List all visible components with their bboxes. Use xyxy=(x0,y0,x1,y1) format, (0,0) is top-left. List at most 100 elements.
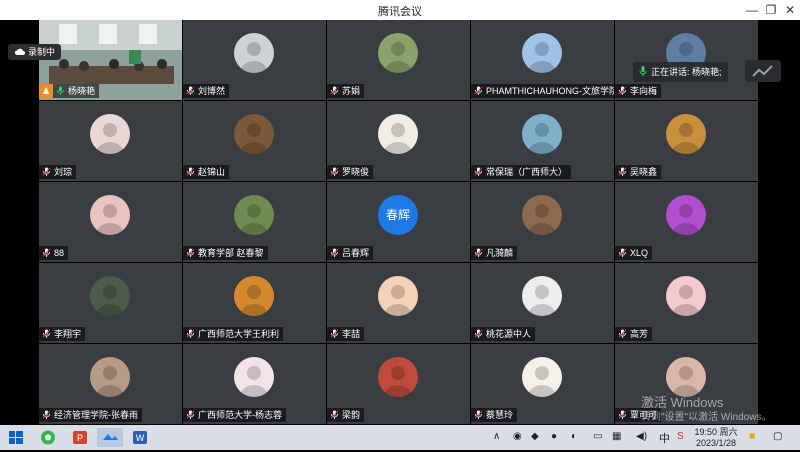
taskbar: P W ∧ ◉ ◆ ● ◐ ▭ ▦ ◀) 中 S 19:50 周六 2023/1… xyxy=(0,425,800,450)
participant-tile[interactable]: 梁韵 xyxy=(327,344,470,424)
participant-avatar xyxy=(234,276,274,316)
participant-name-text: 高芳 xyxy=(630,329,649,339)
sogou-icon[interactable]: S xyxy=(677,431,684,442)
participant-name-text: 88 xyxy=(54,248,65,258)
participant-tile[interactable]: 桃花源中人 xyxy=(471,263,614,343)
participant-avatar xyxy=(522,33,562,73)
mic-muted-icon xyxy=(618,167,627,176)
mic-muted-icon xyxy=(474,410,483,419)
clock-time: 19:50 周六 xyxy=(694,427,738,437)
participant-tile[interactable]: 刘博然 xyxy=(183,20,326,100)
participant-name-text: XLQ xyxy=(630,248,649,258)
participant-tile[interactable]: 经济管理学院-张春雨 xyxy=(39,344,182,424)
watermark-title: 激活 Windows xyxy=(641,395,724,410)
participant-name: 经济管理学院-张春雨 xyxy=(39,408,142,422)
network-tray-icon[interactable]: ▭ xyxy=(593,431,602,442)
participant-tile[interactable]: 苏娟 xyxy=(327,20,470,100)
participant-avatar xyxy=(666,276,706,316)
participant-name: 高芳 xyxy=(615,327,653,341)
participant-avatar xyxy=(378,33,418,73)
speaking-label: 正在讲话: 杨晓艳; xyxy=(651,67,722,77)
participant-tile[interactable]: 凡漪麟 xyxy=(471,182,614,262)
window-titlebar: 腾讯会议 — ❐ ✕ xyxy=(0,0,800,21)
mic-muted-icon xyxy=(42,410,51,419)
participant-name: 吕春辉 xyxy=(327,246,374,260)
tencent-meeting-icon[interactable] xyxy=(97,428,123,447)
participant-name: 刘琮 xyxy=(39,165,77,179)
participant-avatar xyxy=(522,357,562,397)
action-center-icon[interactable]: ▢ xyxy=(773,431,782,442)
window-title: 腾讯会议 xyxy=(378,6,422,18)
participant-name: 凡漪麟 xyxy=(471,246,518,260)
participant-avatar xyxy=(234,195,274,235)
mic-muted-icon xyxy=(42,329,51,338)
wechat-icon[interactable]: ● xyxy=(551,431,557,442)
participant-tile[interactable]: 李喆 xyxy=(327,263,470,343)
participant-name: 吴晓鑫 xyxy=(615,165,662,179)
mic-muted-icon xyxy=(474,86,483,95)
participant-tile[interactable]: 广西师范大学-杨志蓉 xyxy=(183,344,326,424)
windows-start-icon[interactable] xyxy=(6,428,26,447)
participant-avatar xyxy=(234,114,274,154)
taskbar-clock[interactable]: 19:50 周六 2023/1/28 xyxy=(691,427,741,449)
participant-tile[interactable]: 罗晓俊 xyxy=(327,101,470,181)
participant-name-text: 吴晓鑫 xyxy=(630,167,658,177)
participant-avatar xyxy=(378,357,418,397)
participant-name: 李喆 xyxy=(327,327,365,341)
participant-tile[interactable]: XLQ xyxy=(615,182,758,262)
tray-app-icon-2[interactable]: ◆ xyxy=(531,431,539,442)
word-icon[interactable]: W xyxy=(130,428,150,447)
recording-indicator[interactable]: 录制中 xyxy=(8,44,62,60)
keyboard-icon[interactable]: ▦ xyxy=(612,431,621,442)
participant-tile[interactable]: 蔡慧玲 xyxy=(471,344,614,424)
notification-badge-icon[interactable]: ■ xyxy=(749,431,755,442)
mic-muted-icon xyxy=(618,248,627,257)
participant-name: 广西师范大学王利利 xyxy=(183,327,284,341)
participant-name-text: 赵锦山 xyxy=(198,167,226,177)
participant-tile[interactable]: 教育学部 赵春黎 xyxy=(183,182,326,262)
chevron-up-icon[interactable]: ∧ xyxy=(493,431,500,442)
participant-avatar xyxy=(90,114,130,154)
participant-name: 梁韵 xyxy=(327,408,365,422)
participant-avatar xyxy=(378,276,418,316)
mic-muted-icon xyxy=(42,167,51,176)
tray-app-icon-1[interactable]: ◉ xyxy=(513,431,522,442)
browser-icon[interactable] xyxy=(38,428,58,447)
participant-avatar xyxy=(666,357,706,397)
participant-tile[interactable]: 赵锦山 xyxy=(183,101,326,181)
participant-tile[interactable]: 春辉吕春辉 xyxy=(327,182,470,262)
participant-tile[interactable]: 广西师范大学王利利 xyxy=(183,263,326,343)
participant-tile[interactable]: ♟ 杨晓艳 xyxy=(39,20,182,100)
participant-tile[interactable]: 刘琮 xyxy=(39,101,182,181)
mic-muted-icon xyxy=(474,167,483,176)
network-indicator[interactable] xyxy=(745,60,781,82)
windows-activation-watermark: 激活 Windows 转到"设置"以激活 Windows。 xyxy=(641,395,771,425)
participant-avatar xyxy=(90,357,130,397)
participant-name: 李翔宇 xyxy=(39,327,86,341)
meeting-stage: ♟ 杨晓艳 刘博然 苏娟 PHAMTHICHAUHONG-文旅学院 李向梅刘琮 赵锦山 罗晓俊… xyxy=(0,20,800,425)
close-button[interactable]: ✕ xyxy=(779,2,800,18)
mic-muted-icon xyxy=(186,248,195,257)
participant-tile[interactable]: 高芳 xyxy=(615,263,758,343)
participant-name-text: 吕春辉 xyxy=(342,248,370,258)
participant-tile[interactable]: 88 xyxy=(39,182,182,262)
volume-icon[interactable]: ◀) xyxy=(636,431,647,442)
participant-name: 苏娟 xyxy=(327,84,365,98)
mic-muted-icon xyxy=(618,410,627,419)
svg-text:W: W xyxy=(136,433,145,443)
participant-name-text: 梁韵 xyxy=(342,410,361,420)
powerpoint-icon[interactable]: P xyxy=(70,428,90,447)
mic-muted-icon xyxy=(186,329,195,338)
participant-tile[interactable]: 李向梅 xyxy=(615,20,758,100)
participant-name-text: 凡漪麟 xyxy=(486,248,514,258)
participant-tile[interactable]: 李翔宇 xyxy=(39,263,182,343)
mic-muted-icon xyxy=(186,410,195,419)
participant-tile[interactable]: 常保瑞（广西师大） xyxy=(471,101,614,181)
input-language[interactable]: 中 xyxy=(659,430,670,446)
tray-app-icon-3[interactable]: ◐ xyxy=(571,431,577,442)
participant-tile[interactable]: 吴晓鑫 xyxy=(615,101,758,181)
participant-name: 常保瑞（广西师大） xyxy=(471,165,572,179)
participant-avatar xyxy=(666,114,706,154)
participant-tile[interactable]: PHAMTHICHAUHONG-文旅学院 xyxy=(471,20,614,100)
participant-avatar: 春辉 xyxy=(378,195,418,235)
